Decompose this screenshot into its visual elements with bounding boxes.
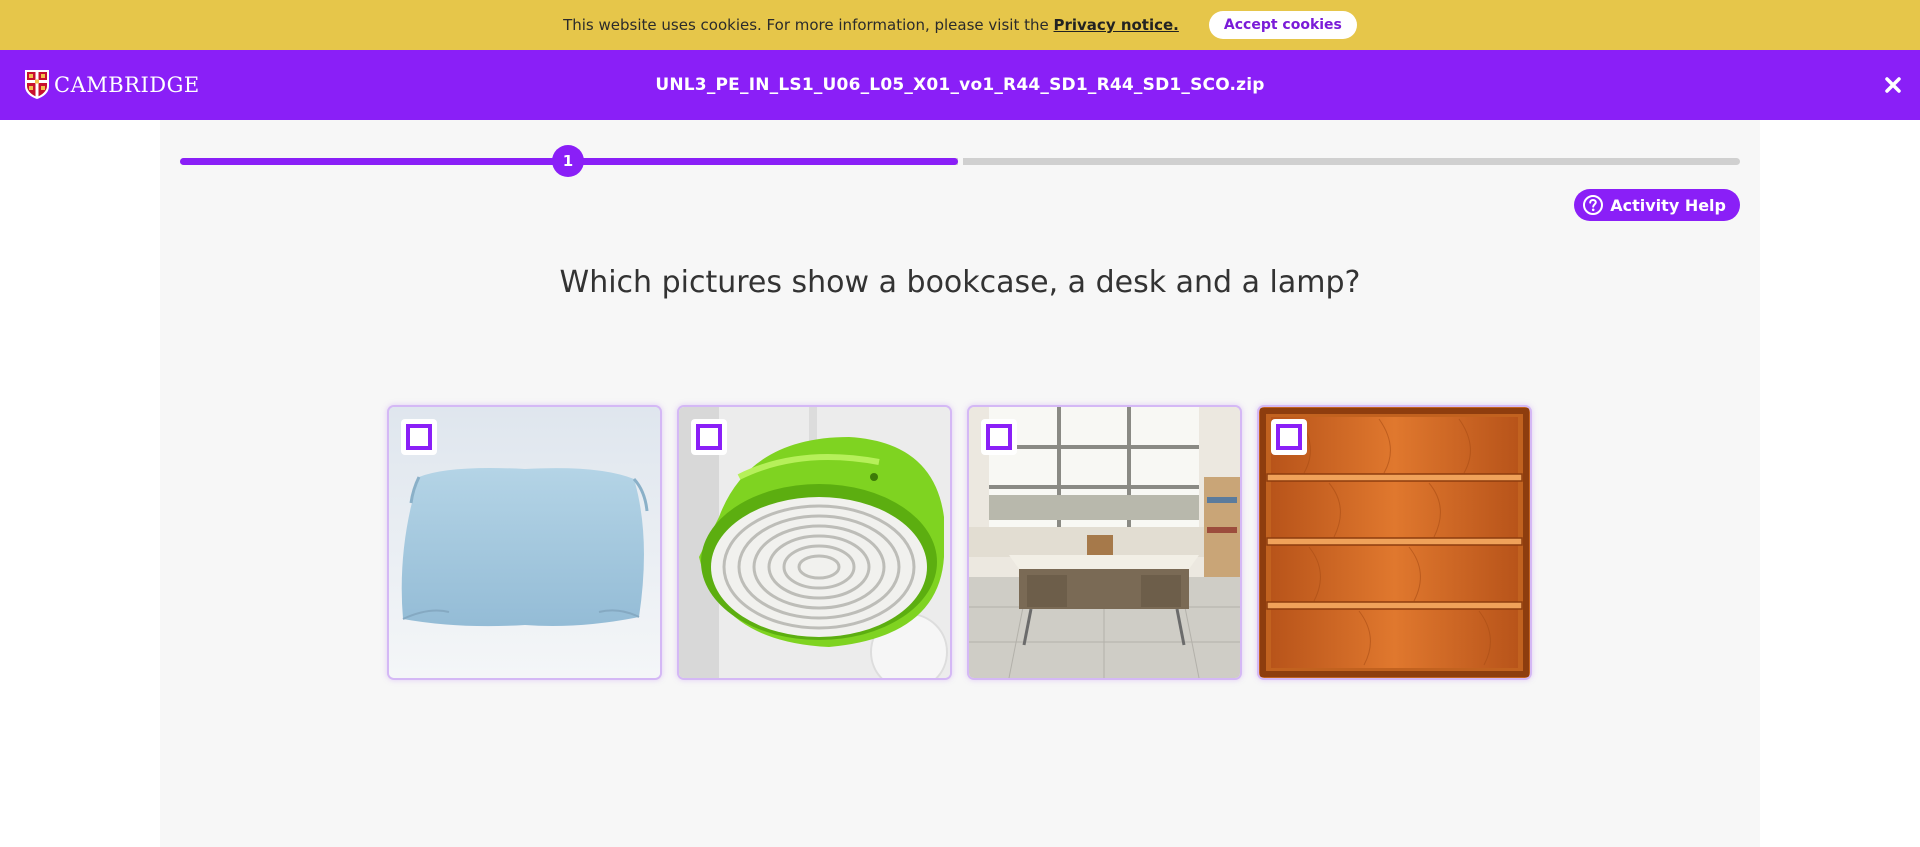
- option-bookcase[interactable]: [1259, 407, 1530, 678]
- close-button[interactable]: [1880, 72, 1906, 98]
- accept-cookies-button[interactable]: Accept cookies: [1208, 11, 1357, 39]
- current-step-marker: 1: [552, 145, 584, 177]
- option-desk[interactable]: [969, 407, 1240, 678]
- file-title: UNL3_PE_IN_LS1_U06_L05_X01_vo1_R44_SD1_R…: [655, 75, 1265, 95]
- bookcase-checkbox[interactable]: [1271, 419, 1307, 455]
- cookie-banner: This website uses cookies. For more info…: [0, 0, 1920, 50]
- picture-options: [389, 407, 1549, 678]
- activity-panel: 1 Activity Help Which pictures show a bo…: [160, 120, 1760, 847]
- pillow-checkbox[interactable]: [401, 419, 437, 455]
- progress-divider: [958, 157, 963, 166]
- option-lamp[interactable]: [679, 407, 950, 678]
- question-text: Which pictures show a bookcase, a desk a…: [559, 265, 1361, 300]
- close-icon: [1885, 77, 1901, 93]
- lamp-checkbox[interactable]: [691, 419, 727, 455]
- option-pillow[interactable]: [389, 407, 660, 678]
- question-circle-icon: [1583, 195, 1604, 215]
- cookie-banner-text: This website uses cookies. For more info…: [563, 16, 1179, 34]
- activity-help-button[interactable]: Activity Help: [1574, 189, 1740, 221]
- desk-checkbox[interactable]: [981, 419, 1017, 455]
- activity-help-label: Activity Help: [1610, 195, 1726, 215]
- cookie-message: This website uses cookies. For more info…: [563, 16, 1049, 34]
- privacy-notice-link[interactable]: Privacy notice.: [1054, 16, 1179, 34]
- app-header: CAMBRIDGE UNL3_PE_IN_LS1_U06_L05_X01_vo1…: [0, 50, 1920, 120]
